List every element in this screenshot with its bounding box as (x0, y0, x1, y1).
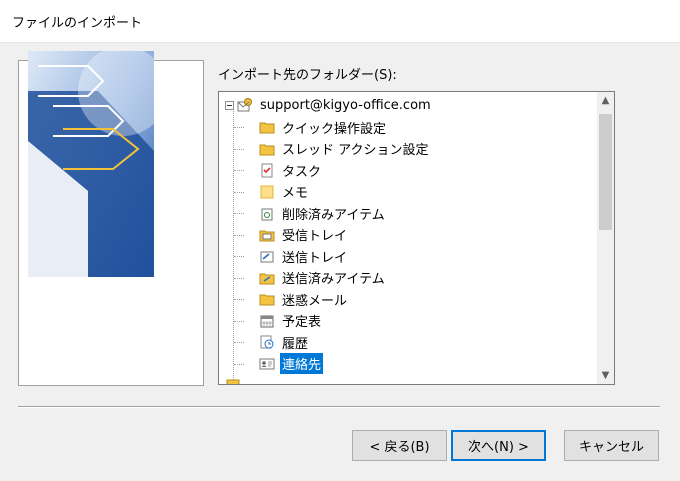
tree-item[interactable]: クイック操作設定 (259, 116, 388, 138)
scroll-up-icon[interactable]: ▲ (597, 92, 614, 109)
folder-label: インポート先のフォルダー(S): (218, 68, 397, 83)
back-button[interactable]: < 戻る(B) (352, 430, 447, 461)
tree-item[interactable]: 連絡先 (259, 353, 324, 375)
tree-item-label: 予定表 (282, 315, 322, 330)
folder-tree[interactable]: support@kigyo-office.com クイック操作設定スレッド アク… (218, 91, 615, 385)
tree-connector (234, 170, 244, 171)
trash-icon (259, 205, 275, 221)
tree-connector (234, 320, 244, 322)
separator (18, 406, 660, 408)
tree-item-label: 削除済みアイテム (282, 207, 385, 223)
tree-scrollbar[interactable]: ▲ ▼ (597, 92, 614, 384)
tree-item-label: 受信トレイ (282, 229, 348, 244)
folder-icon (259, 119, 275, 135)
tree-item[interactable]: メモ (259, 181, 310, 203)
tree-connector (234, 363, 244, 365)
mailbox-icon (237, 97, 253, 113)
tree-connector (234, 213, 244, 214)
folder-icon (259, 291, 275, 307)
window-title: ファイルのインポート (12, 16, 143, 31)
journal-icon (259, 334, 275, 350)
tree-item[interactable]: タスク (259, 159, 323, 181)
scroll-thumb[interactable] (599, 114, 612, 230)
cancel-button[interactable]: キャンセル (564, 430, 659, 461)
tree-connector (234, 148, 244, 150)
scroll-down-icon[interactable]: ▼ (597, 367, 614, 384)
tree-connector (234, 342, 244, 343)
tree-item-label: メモ (282, 186, 309, 201)
wizard-illustration (28, 51, 154, 277)
tree-item-label: 迷惑メール (282, 293, 348, 309)
inbox-icon (259, 227, 275, 243)
tree-item-label: 履歴 (282, 336, 309, 352)
tree-item-label: 連絡先 (280, 353, 324, 374)
tree-item-label: 送信済みアイテム (282, 272, 385, 287)
sent-icon (259, 270, 275, 286)
tree-item[interactable]: 削除済みアイテム (259, 202, 387, 224)
tree-item-label: 送信トレイ (282, 250, 348, 266)
contacts-icon (259, 356, 275, 372)
tree-item[interactable]: 予定表 (259, 310, 323, 332)
tree-connector (234, 234, 244, 236)
next-button[interactable]: 次へ(N) > (451, 430, 546, 461)
note-icon (259, 184, 275, 200)
tree-connector (234, 191, 244, 193)
tree-item-label: クイック操作設定 (282, 121, 387, 137)
tree-item[interactable]: 送信トレイ (259, 245, 349, 267)
outbox-icon (259, 248, 275, 264)
tree-connector (234, 299, 244, 300)
tree-item-label: タスク (282, 164, 322, 180)
title-bar: ファイルのインポート (0, 0, 680, 43)
collapse-toggle[interactable] (225, 100, 234, 110)
tree-item-label: スレッド アクション設定 (282, 143, 429, 158)
root-label: support@kigyo-office.com (260, 97, 431, 113)
tree-connector (234, 127, 244, 128)
tree-connector (234, 256, 244, 257)
tree-item[interactable]: スレッド アクション設定 (259, 138, 430, 160)
tree-item[interactable]: 履歴 (259, 331, 310, 353)
calendar-icon (259, 313, 275, 329)
tree-item[interactable]: 迷惑メール (259, 288, 349, 310)
task-icon (259, 162, 275, 178)
next-account-partial (225, 378, 241, 384)
tree-connector (234, 277, 244, 279)
folder-icon (259, 141, 275, 157)
tree-item[interactable]: 受信トレイ (259, 224, 349, 246)
tree-root[interactable]: support@kigyo-office.com (225, 94, 433, 116)
tree-item[interactable]: 送信済みアイテム (259, 267, 387, 289)
